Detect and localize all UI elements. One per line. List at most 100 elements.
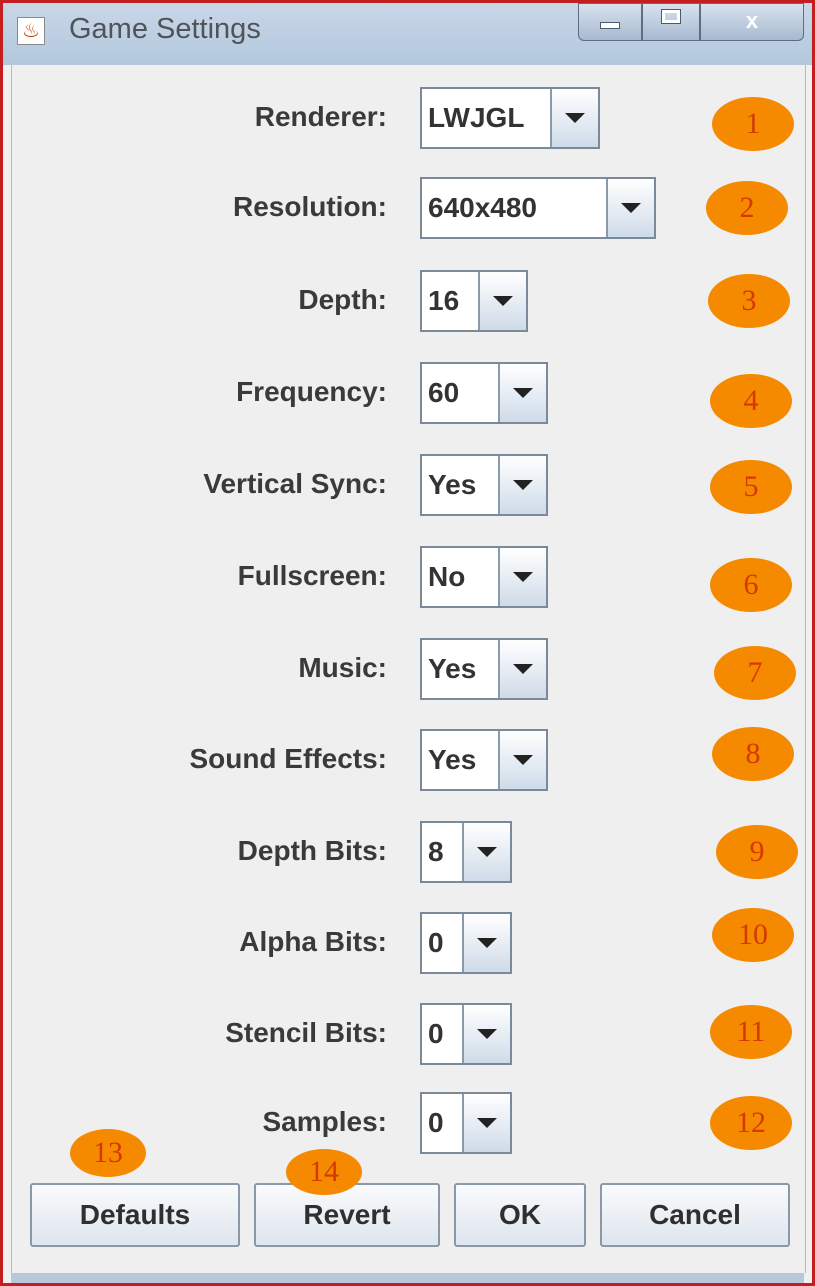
sound-effects-dropdown-button[interactable] <box>498 731 546 789</box>
frequency-dropdown-button[interactable] <box>498 364 546 422</box>
sound-effects-select[interactable]: Yes <box>420 729 548 791</box>
music-select[interactable]: Yes <box>420 638 548 700</box>
chevron-down-icon <box>477 1118 497 1128</box>
revert-button[interactable]: Revert <box>254 1183 440 1247</box>
chevron-down-icon <box>477 938 497 948</box>
stencil-bits-value: 0 <box>428 1018 444 1049</box>
depth-value: 16 <box>428 285 460 316</box>
vertical-sync-label: Vertical Sync: <box>203 468 387 499</box>
alpha-bits-label: Alpha Bits: <box>239 926 387 957</box>
badge-1: 1 <box>712 97 794 151</box>
renderer-select[interactable]: LWJGL <box>420 87 600 149</box>
chevron-down-icon <box>513 480 533 490</box>
chevron-down-icon <box>565 113 585 123</box>
minimize-button[interactable] <box>578 3 642 41</box>
renderer-dropdown-button[interactable] <box>550 89 598 147</box>
fullscreen-select[interactable]: No <box>420 546 548 608</box>
badge-10: 10 <box>712 908 794 962</box>
java-app-icon: ♨ <box>17 17 45 45</box>
frequency-select[interactable]: 60 <box>420 362 548 424</box>
chevron-down-icon <box>513 664 533 674</box>
chevron-down-icon <box>493 296 513 306</box>
resolution-select[interactable]: 640x480 <box>420 177 656 239</box>
setting-row-sound-effects: Sound Effects: Yes 8 <box>12 727 805 793</box>
ok-button[interactable]: OK <box>454 1183 586 1247</box>
button-bar: Defaults Revert OK Cancel <box>12 1177 805 1247</box>
maximize-icon <box>661 9 681 24</box>
samples-value: 0 <box>428 1107 444 1138</box>
setting-row-stencil-bits: Stencil Bits: 0 11 <box>12 1003 805 1067</box>
stencil-bits-select[interactable]: 0 <box>420 1003 512 1065</box>
chevron-down-icon <box>621 203 641 213</box>
setting-row-fullscreen: Fullscreen: No 6 <box>12 546 805 612</box>
setting-row-frequency: Frequency: 60 4 <box>12 362 805 428</box>
window-title: Game Settings <box>69 13 261 45</box>
alpha-bits-dropdown-button[interactable] <box>462 914 510 972</box>
game-settings-window: ♨ Game Settings x Renderer: LWJGL 1 Reso… <box>0 0 815 1286</box>
vertical-sync-select[interactable]: Yes <box>420 454 548 516</box>
fullscreen-label: Fullscreen: <box>237 560 387 591</box>
depth-bits-value: 8 <box>428 836 444 867</box>
samples-dropdown-button[interactable] <box>462 1094 510 1152</box>
close-icon: x <box>745 8 759 33</box>
stencil-bits-label: Stencil Bits: <box>225 1017 387 1048</box>
badge-13: 13 <box>70 1129 146 1177</box>
defaults-button[interactable]: Defaults <box>30 1183 240 1247</box>
alpha-bits-select[interactable]: 0 <box>420 912 512 974</box>
close-button[interactable]: x <box>700 3 804 41</box>
sound-effects-label: Sound Effects: <box>189 743 387 774</box>
music-dropdown-button[interactable] <box>498 640 546 698</box>
fullscreen-dropdown-button[interactable] <box>498 548 546 606</box>
window-controls: x <box>578 3 804 43</box>
setting-row-renderer: Renderer: LWJGL 1 <box>12 87 805 151</box>
resolution-dropdown-button[interactable] <box>606 179 654 237</box>
title-bar[interactable]: ♨ Game Settings x <box>3 3 812 65</box>
badge-11: 11 <box>710 1005 792 1059</box>
maximize-button[interactable] <box>642 3 700 41</box>
cancel-button[interactable]: Cancel <box>600 1183 790 1247</box>
chevron-down-icon <box>513 388 533 398</box>
music-label: Music: <box>298 652 387 683</box>
alpha-bits-value: 0 <box>428 927 444 958</box>
badge-2: 2 <box>706 181 788 235</box>
depth-dropdown-button[interactable] <box>478 272 526 330</box>
music-value: Yes <box>428 653 477 684</box>
badge-6: 6 <box>710 558 792 612</box>
minimize-icon <box>600 22 620 29</box>
fullscreen-value: No <box>428 561 466 592</box>
setting-row-resolution: Resolution: 640x480 2 <box>12 177 805 241</box>
depth-label: Depth: <box>298 284 387 315</box>
setting-row-vertical-sync: Vertical Sync: Yes 5 <box>12 454 805 518</box>
resolution-value: 640x480 <box>428 192 538 223</box>
vertical-sync-dropdown-button[interactable] <box>498 456 546 514</box>
depth-bits-select[interactable]: 8 <box>420 821 512 883</box>
samples-select[interactable]: 0 <box>420 1092 512 1154</box>
setting-row-depth: Depth: 16 3 <box>12 270 805 334</box>
setting-row-depth-bits: Depth Bits: 8 9 <box>12 821 805 885</box>
depth-bits-dropdown-button[interactable] <box>462 823 510 881</box>
depth-select[interactable]: 16 <box>420 270 528 332</box>
setting-row-music: Music: Yes 7 <box>12 638 805 702</box>
stencil-bits-dropdown-button[interactable] <box>462 1005 510 1063</box>
window-bottom-border <box>11 1273 804 1283</box>
badge-9: 9 <box>716 825 798 879</box>
chevron-down-icon <box>477 847 497 857</box>
settings-panel: Renderer: LWJGL 1 Resolution: 640x480 2 … <box>11 65 806 1273</box>
badge-3: 3 <box>708 274 790 328</box>
chevron-down-icon <box>513 755 533 765</box>
chevron-down-icon <box>513 572 533 582</box>
vertical-sync-value: Yes <box>428 469 477 500</box>
sound-effects-value: Yes <box>428 744 477 775</box>
samples-label: Samples: <box>262 1106 388 1137</box>
depth-bits-label: Depth Bits: <box>237 835 387 866</box>
badge-5: 5 <box>710 460 792 514</box>
frequency-value: 60 <box>428 377 460 408</box>
badge-8: 8 <box>712 727 794 781</box>
badge-7: 7 <box>714 646 796 700</box>
badge-12: 12 <box>710 1096 792 1150</box>
renderer-value: LWJGL <box>428 102 525 133</box>
badge-4: 4 <box>710 374 792 428</box>
setting-row-alpha-bits: Alpha Bits: 0 10 <box>12 908 805 976</box>
renderer-label: Renderer: <box>254 101 387 132</box>
frequency-label: Frequency: <box>236 376 387 407</box>
